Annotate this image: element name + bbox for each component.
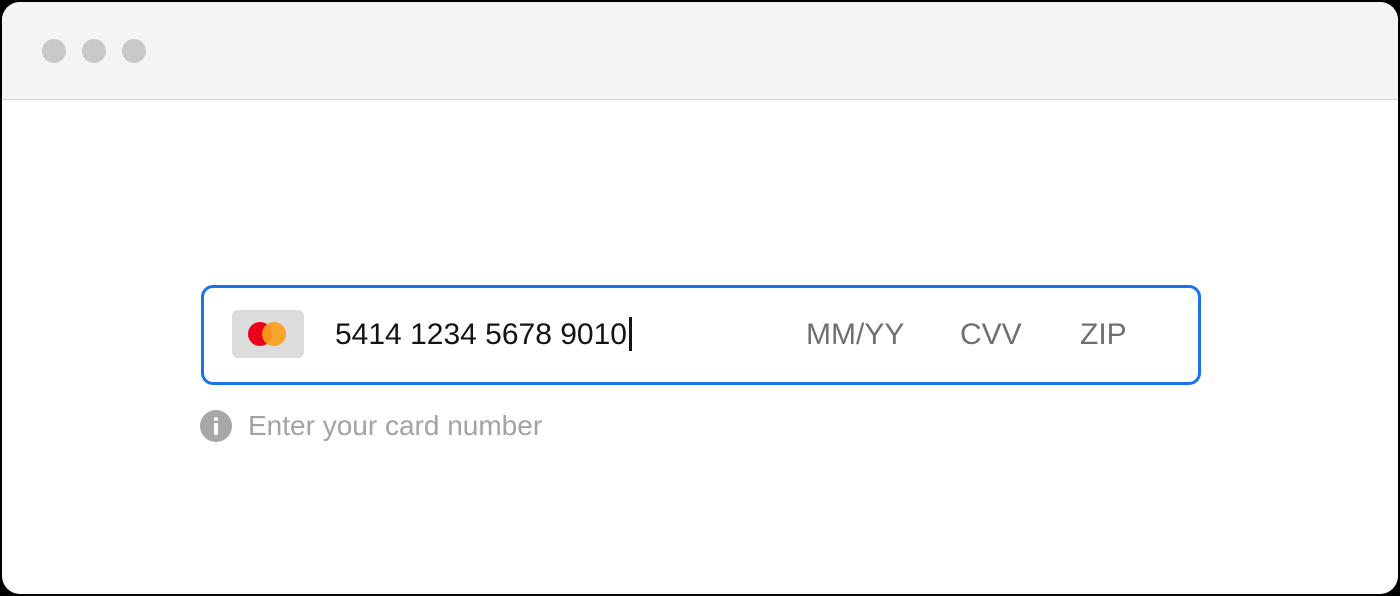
card-input-field[interactable]: 5414 1234 5678 9010 MM/YY CVV ZIP <box>201 285 1201 385</box>
window-minimize-dot[interactable] <box>82 39 106 63</box>
window-close-dot[interactable] <box>42 39 66 63</box>
helper-text: Enter your card number <box>248 410 543 441</box>
info-icon-stem <box>214 423 218 435</box>
window-zoom-dot[interactable] <box>122 39 146 63</box>
browser-window: 5414 1234 5678 9010 MM/YY CVV ZIP Enter … <box>2 2 1398 594</box>
expiry-input[interactable]: MM/YY <box>806 317 904 353</box>
card-number-value: 5414 1234 5678 9010 <box>335 318 627 351</box>
window-titlebar <box>2 2 1398 100</box>
card-number-input[interactable]: 5414 1234 5678 9010 <box>335 317 632 353</box>
info-icon <box>200 410 232 442</box>
zip-input[interactable]: ZIP <box>1080 317 1127 353</box>
info-icon-dot <box>214 417 218 421</box>
text-cursor <box>628 317 632 351</box>
mastercard-orange-circle <box>262 322 286 346</box>
mastercard-icon <box>232 310 304 358</box>
cvv-input[interactable]: CVV <box>960 317 1022 353</box>
